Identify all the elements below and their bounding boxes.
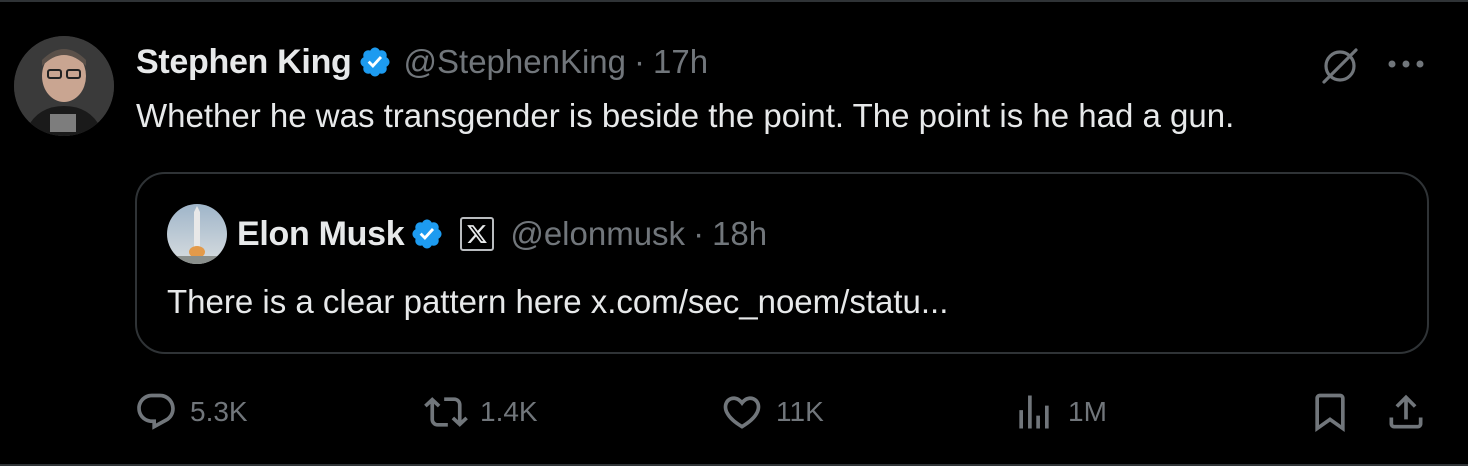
separator-dot: · — [634, 43, 646, 80]
views-icon — [1012, 390, 1056, 434]
quote-author-handle[interactable]: @elonmusk — [510, 215, 685, 253]
quote-header: Elon Musk @elonmusk · 18h — [237, 212, 767, 256]
reply-button[interactable]: 5.3K — [134, 390, 248, 434]
tweet-text: Whether he was transgender is beside the… — [136, 97, 1235, 134]
like-count: 11K — [776, 396, 824, 427]
tweet-header: Stephen King @StephenKing · 17h — [136, 40, 708, 84]
verified-badge-icon[interactable] — [358, 45, 392, 79]
repost-count: 1.4K — [480, 396, 538, 427]
quote-timestamp[interactable]: 18h — [712, 215, 767, 253]
share-button[interactable] — [1384, 390, 1428, 434]
quote-text: There is a clear pattern here x.com/sec_… — [167, 283, 949, 320]
like-button[interactable]: 11K — [720, 390, 824, 434]
quoted-tweet[interactable]: Elon Musk @elonmusk · 18h There is a cle… — [135, 172, 1429, 354]
views-count: 1M — [1068, 396, 1107, 427]
share-icon — [1384, 390, 1428, 434]
quote-author-avatar[interactable] — [167, 204, 227, 264]
tweet[interactable]: Stephen King @StephenKing · 17h Whether … — [0, 0, 1468, 466]
x-logo-icon[interactable] — [460, 217, 495, 251]
separator-dot: · — [693, 215, 705, 252]
views-button[interactable]: 1M — [1012, 390, 1107, 434]
tweet-timestamp[interactable]: 17h — [653, 43, 708, 81]
more-icon[interactable] — [1384, 46, 1428, 82]
repost-icon — [424, 390, 468, 434]
reply-icon — [134, 390, 178, 434]
like-icon — [720, 390, 764, 434]
author-avatar[interactable] — [14, 36, 114, 136]
quote-author-display-name[interactable]: Elon Musk — [237, 215, 405, 254]
author-handle[interactable]: @StephenKing — [404, 43, 627, 81]
reply-count: 5.3K — [190, 396, 248, 427]
author-display-name[interactable]: Stephen King — [136, 43, 352, 82]
bookmark-icon — [1308, 390, 1352, 434]
repost-button[interactable]: 1.4K — [424, 390, 538, 434]
bookmark-button[interactable] — [1308, 390, 1352, 434]
verified-badge-icon[interactable] — [410, 217, 444, 251]
grok-icon[interactable] — [1318, 44, 1362, 88]
